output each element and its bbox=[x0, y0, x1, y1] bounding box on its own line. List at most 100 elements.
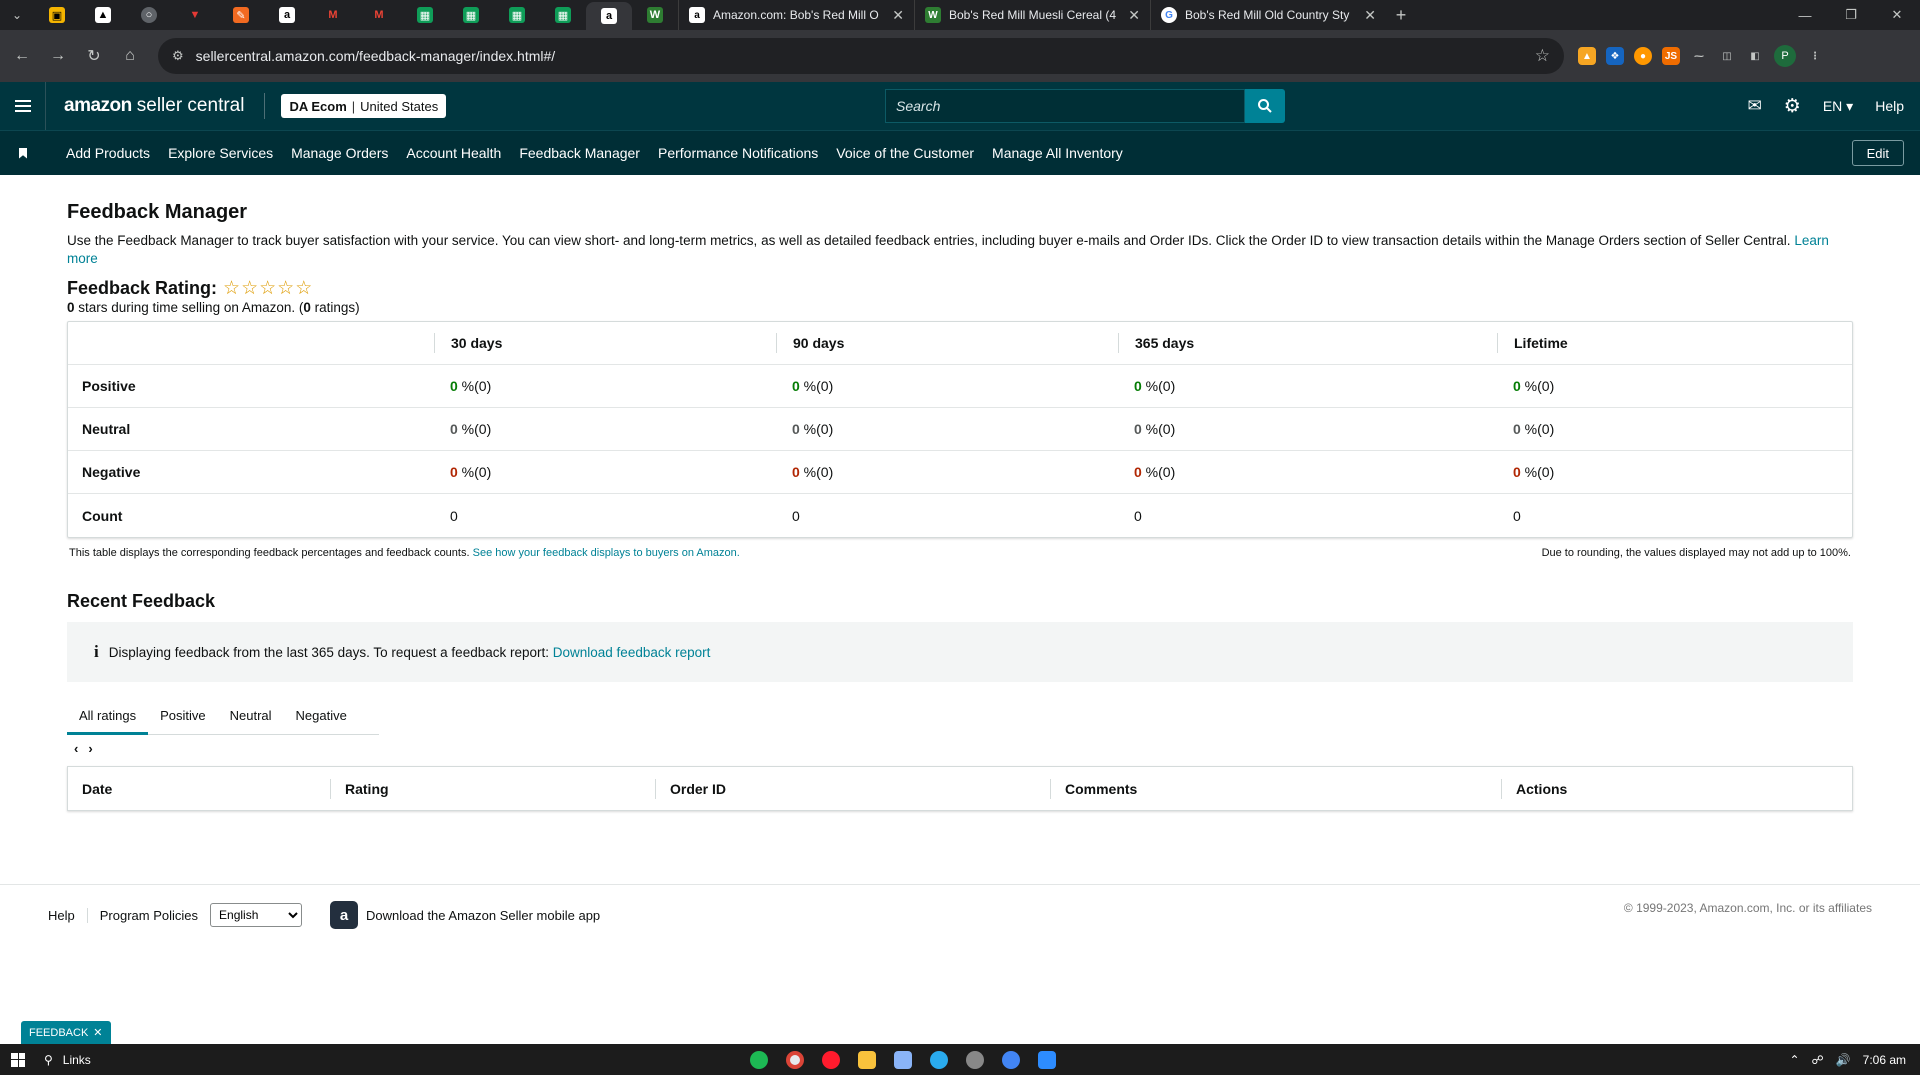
search-input[interactable] bbox=[885, 89, 1245, 123]
back-icon[interactable]: ← bbox=[4, 38, 40, 74]
pinned-tab[interactable]: M bbox=[356, 0, 402, 30]
reload-icon[interactable]: ↻ bbox=[76, 38, 112, 74]
extension-icon[interactable]: ❖ bbox=[1606, 47, 1624, 65]
edit-button[interactable]: Edit bbox=[1851, 140, 1904, 166]
column-header-comments[interactable]: Comments bbox=[1050, 778, 1501, 799]
restore-icon[interactable]: ❐ bbox=[1828, 0, 1874, 30]
folder-icon[interactable] bbox=[858, 1050, 876, 1069]
chevron-up-icon[interactable]: ⌃ bbox=[1789, 1053, 1799, 1067]
extension-icon[interactable]: ▲ bbox=[1578, 47, 1596, 65]
sheets-icon: ▣ bbox=[49, 7, 65, 23]
footer-policies-link[interactable]: Program Policies bbox=[100, 908, 198, 923]
nav-manage-orders[interactable]: Manage Orders bbox=[291, 145, 388, 161]
seller-central-logo[interactable]: amazon seller central bbox=[64, 95, 244, 117]
minimize-icon[interactable]: — bbox=[1782, 0, 1828, 30]
network-icon[interactable]: ☍ bbox=[1812, 1053, 1824, 1067]
pinned-tab[interactable]: W bbox=[632, 0, 678, 30]
gear-icon[interactable]: ⚙ bbox=[1784, 95, 1801, 118]
tab-neutral[interactable]: Neutral bbox=[218, 697, 284, 735]
nav-add-products[interactable]: Add Products bbox=[66, 145, 150, 161]
tab-negative[interactable]: Negative bbox=[284, 697, 359, 735]
pinned-tab[interactable]: ▣ bbox=[34, 0, 80, 30]
column-header-date[interactable]: Date bbox=[68, 779, 330, 799]
pinned-tab[interactable]: ▦ bbox=[402, 0, 448, 30]
home-icon[interactable]: ⌂ bbox=[112, 38, 148, 74]
metric-cell: 0 %(0) bbox=[450, 464, 492, 480]
pinned-tab[interactable]: M bbox=[310, 0, 356, 30]
notes-icon[interactable] bbox=[894, 1050, 912, 1069]
pinned-tab[interactable]: ▦ bbox=[494, 0, 540, 30]
browser-tab[interactable]: G Bob's Red Mill Old Country Sty ✕ bbox=[1150, 0, 1386, 30]
clock[interactable]: 7:06 am bbox=[1863, 1053, 1906, 1067]
nav-explore-services[interactable]: Explore Services bbox=[168, 145, 273, 161]
tab-search-icon[interactable]: ⌄ bbox=[0, 0, 34, 30]
chrome-icon[interactable] bbox=[786, 1050, 804, 1069]
mail-icon[interactable]: ✉ bbox=[1748, 96, 1762, 116]
amazon-app-icon[interactable]: a bbox=[330, 901, 359, 929]
chevron-left-icon[interactable]: ‹ bbox=[74, 741, 78, 756]
help-link[interactable]: Help bbox=[1875, 98, 1904, 114]
pinned-tab-active[interactable]: a bbox=[586, 2, 632, 30]
address-bar[interactable]: ⚙ sellercentral.amazon.com/feedback-mana… bbox=[158, 38, 1564, 74]
pinned-tab[interactable]: ▦ bbox=[540, 0, 586, 30]
feedback-display-link[interactable]: See how your feedback displays to buyers… bbox=[473, 547, 740, 559]
search-button[interactable] bbox=[1245, 89, 1285, 123]
footer-help-link[interactable]: Help bbox=[48, 907, 88, 923]
footer-language-select[interactable]: English bbox=[210, 903, 303, 927]
extension-icon[interactable]: ⁓ bbox=[1690, 47, 1708, 65]
forward-icon[interactable]: → bbox=[40, 38, 76, 74]
download-report-link[interactable]: Download feedback report bbox=[553, 645, 711, 660]
language-selector[interactable]: EN ▾ bbox=[1823, 98, 1853, 115]
puzzle-icon[interactable]: ◫ bbox=[1718, 47, 1736, 65]
nav-feedback-manager[interactable]: Feedback Manager bbox=[519, 145, 640, 161]
chrome-icon[interactable] bbox=[1002, 1050, 1020, 1069]
menu-icon[interactable] bbox=[0, 82, 46, 130]
pinned-tab[interactable]: a bbox=[264, 0, 310, 30]
opera-icon[interactable] bbox=[822, 1050, 840, 1069]
pinned-tab[interactable]: ▦ bbox=[448, 0, 494, 30]
new-tab-button[interactable]: + bbox=[1386, 5, 1416, 26]
close-icon[interactable]: ✕ bbox=[892, 7, 904, 24]
pinned-tab[interactable]: ✎ bbox=[218, 0, 264, 30]
pinned-tab[interactable]: ▲ bbox=[80, 0, 126, 30]
account-switcher[interactable]: DA Ecom | United States bbox=[281, 94, 447, 118]
feedback-badge[interactable]: FEEDBACK ✕ bbox=[21, 1021, 111, 1044]
close-icon[interactable]: ✕ bbox=[1128, 7, 1140, 24]
bookmark-icon[interactable] bbox=[0, 147, 46, 159]
url-text[interactable]: sellercentral.amazon.com/feedback-manage… bbox=[196, 48, 1535, 64]
zoom-icon[interactable] bbox=[1038, 1050, 1056, 1069]
settings-app-icon[interactable] bbox=[966, 1050, 984, 1069]
more-icon[interactable]: ⋮ bbox=[1806, 47, 1824, 65]
site-info-icon[interactable]: ⚙ bbox=[172, 48, 184, 64]
chevron-right-icon[interactable]: › bbox=[88, 741, 92, 756]
mobile-app-link[interactable]: Download the Amazon Seller mobile app bbox=[366, 908, 600, 923]
tool-icon: ✎ bbox=[233, 7, 249, 23]
browser-tab[interactable]: a Amazon.com: Bob's Red Mill O ✕ bbox=[678, 0, 914, 30]
metrics-note-left: This table displays the corresponding fe… bbox=[69, 547, 740, 559]
close-icon[interactable]: ✕ bbox=[1364, 7, 1376, 24]
windows-start-icon[interactable] bbox=[0, 1052, 36, 1067]
extension-icon[interactable]: JS bbox=[1662, 47, 1680, 65]
pinned-tab[interactable]: ▼ bbox=[172, 0, 218, 30]
close-window-icon[interactable]: ✕ bbox=[1874, 0, 1920, 30]
nav-voice-of-customer[interactable]: Voice of the Customer bbox=[836, 145, 974, 161]
nav-account-health[interactable]: Account Health bbox=[406, 145, 501, 161]
browser-tab[interactable]: W Bob's Red Mill Muesli Cereal (4 ✕ bbox=[914, 0, 1150, 30]
pinned-tab[interactable]: ○ bbox=[126, 0, 172, 30]
profile-avatar[interactable]: P bbox=[1774, 45, 1796, 67]
extension-icon[interactable]: ● bbox=[1634, 47, 1652, 65]
telegram-icon[interactable] bbox=[930, 1050, 948, 1069]
column-header-rating[interactable]: Rating bbox=[330, 778, 655, 799]
tab-all-ratings[interactable]: All ratings bbox=[67, 697, 149, 735]
taskbar-search[interactable]: ⚲ Links bbox=[44, 1053, 91, 1067]
rounding-note: Due to rounding, the values displayed ma… bbox=[1541, 547, 1851, 559]
bookmark-star-icon[interactable]: ☆ bbox=[1535, 46, 1550, 66]
tab-positive[interactable]: Positive bbox=[148, 697, 218, 735]
nav-performance-notifications[interactable]: Performance Notifications bbox=[658, 145, 818, 161]
metrics-row-count: Count 0 0 0 0 bbox=[68, 494, 1852, 537]
volume-icon[interactable]: 🔊 bbox=[1836, 1053, 1851, 1067]
nav-manage-inventory[interactable]: Manage All Inventory bbox=[992, 145, 1123, 161]
spotify-icon[interactable] bbox=[750, 1050, 768, 1069]
column-header-order-id[interactable]: Order ID bbox=[655, 778, 1050, 799]
side-panel-icon[interactable]: ◧ bbox=[1746, 47, 1764, 65]
